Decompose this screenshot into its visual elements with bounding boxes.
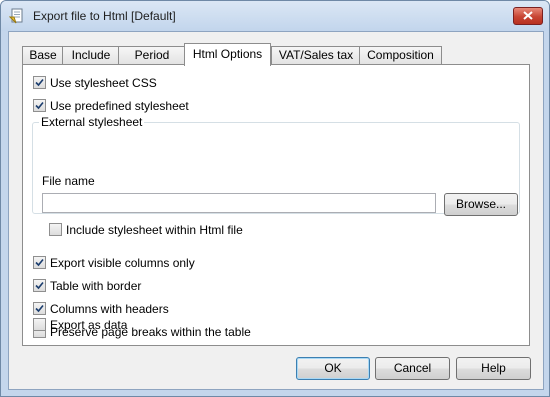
checkbox-label: Export as data [50, 318, 128, 332]
title-bar[interactable]: Export file to Html [Default] [1, 1, 549, 31]
checkmark-icon [35, 101, 44, 110]
export-document-icon [8, 8, 25, 24]
tab-period[interactable]: Period [118, 46, 186, 64]
checkbox-box[interactable] [33, 318, 46, 331]
ok-button[interactable]: OK [296, 357, 370, 380]
tab-vat-sales-tax[interactable]: VAT/Sales tax [271, 46, 361, 64]
checkbox-label: Use stylesheet CSS [50, 76, 157, 90]
file-name-label: File name [42, 174, 95, 188]
checkbox-box[interactable] [33, 76, 46, 89]
dialog-client-area: Base Include Period Html Options VAT/Sal… [8, 31, 544, 390]
checkbox-box[interactable] [33, 256, 46, 269]
tab-composition[interactable]: Composition [359, 46, 442, 64]
checkmark-icon [35, 258, 44, 267]
checkbox-label: Table with border [50, 279, 142, 293]
checkbox-label: Export visible columns only [50, 256, 195, 270]
checkbox-box[interactable] [33, 302, 46, 315]
html-options-panel: Use stylesheet CSS Use predefined styles… [22, 64, 530, 346]
checkbox-box[interactable] [33, 279, 46, 292]
help-button[interactable]: Help [456, 357, 531, 380]
file-name-input[interactable] [42, 193, 436, 213]
export-dialog-window: Export file to Html [Default] Base Inclu… [0, 0, 550, 397]
group-legend: External stylesheet [39, 115, 145, 129]
checkbox-label: Use predefined stylesheet [50, 99, 189, 113]
checkmark-icon [35, 281, 44, 290]
checkbox-box[interactable] [49, 223, 62, 236]
checkmark-icon [35, 304, 44, 313]
checkbox-box[interactable] [33, 99, 46, 112]
window-title: Export file to Html [Default] [33, 9, 176, 23]
close-icon [523, 11, 533, 20]
tab-base[interactable]: Base [22, 46, 64, 64]
checkbox-label: Include stylesheet within Html file [66, 223, 243, 237]
tab-include[interactable]: Include [62, 46, 120, 64]
checkbox-label: Columns with headers [50, 302, 169, 316]
close-button[interactable] [513, 7, 543, 25]
tab-html-options[interactable]: Html Options [184, 43, 271, 66]
cancel-button[interactable]: Cancel [375, 357, 450, 380]
checkmark-icon [35, 78, 44, 87]
browse-button[interactable]: Browse... [444, 193, 518, 216]
